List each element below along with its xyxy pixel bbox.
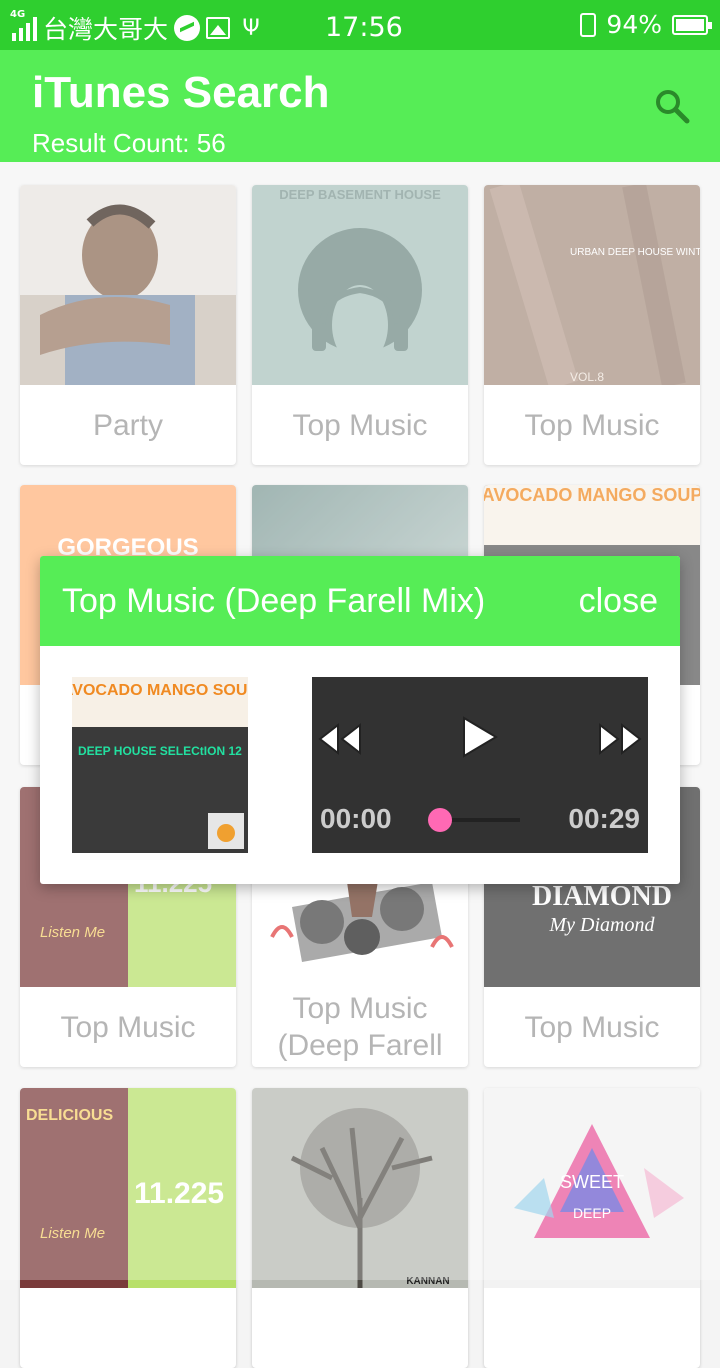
battery-percent: 94% [606,10,662,39]
messenger-icon [174,15,201,41]
play-icon[interactable] [460,715,500,759]
dialog-title: Top Music (Deep Farell Mix) [62,582,486,620]
dialog-art-subtitle: DEEP HOUSE SELECtION 12 [78,744,242,758]
duration: 00:29 [568,803,640,834]
dialog-album-art: AVOCADO MANGO SOUP DEEP HOUSE SELECtION … [72,677,248,853]
signal-icon: 4G [10,9,37,41]
card-label [484,1288,700,1368]
close-button[interactable]: close [579,582,658,621]
app-bar: iTunes Search Result Count: 56 [0,50,720,162]
network-type: 4G [10,9,26,20]
clock: 17:56 [325,12,403,43]
dialog-header: Top Music (Deep Farell Mix) close [40,556,680,646]
dialog-art-title: AVOCADO MANGO SOUP [72,682,248,699]
usb-icon: Ψ [242,15,260,41]
fast-forward-icon[interactable] [596,721,644,757]
preview-dialog: Top Music (Deep Farell Mix) close AVOCAD… [40,556,680,884]
result-count: Result Count: 56 [32,128,226,158]
rewind-icon[interactable] [316,721,364,757]
audio-player: 00:00 00:29 [312,677,648,853]
search-icon[interactable] [652,86,692,126]
battery-icon [672,14,712,35]
status-bar: 4G 台灣大哥大 Ψ 17:56 94% [0,0,720,50]
vibrate-icon [580,12,597,37]
app-title: iTunes Search [32,68,330,117]
card-label [252,1288,468,1368]
image-icon [206,17,231,39]
carrier-name: 台灣大哥大 [43,15,169,44]
card-label [20,1288,236,1368]
current-time: 00:00 [320,803,392,834]
seek-thumb[interactable] [428,808,452,832]
